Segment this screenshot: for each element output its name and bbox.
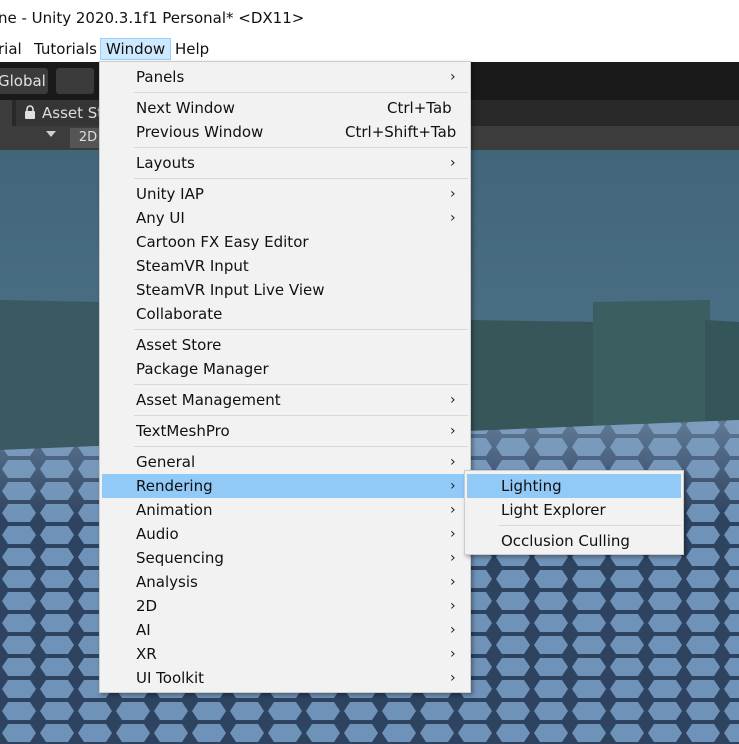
chevron-right-icon: › (450, 526, 456, 542)
menu-item-asset-management[interactable]: Asset Management › (100, 388, 470, 412)
menu-item-label: Any UI (136, 209, 185, 227)
menu-item-label: Asset Store (136, 336, 222, 354)
menu-item-rendering[interactable]: Rendering › (102, 474, 468, 498)
menu-item-any-ui[interactable]: Any UI › (100, 206, 470, 230)
menu-tutorials[interactable]: Tutorials (29, 38, 102, 60)
menu-item-label: SteamVR Input Live View (136, 281, 325, 299)
window-title: ne - Unity 2020.3.1f1 Personal* <DX11> (0, 9, 305, 27)
menu-item-layouts[interactable]: Layouts › (100, 151, 470, 175)
submenu-item-lighting[interactable]: Lighting (467, 474, 681, 498)
global-toggle-button[interactable]: Global (0, 68, 48, 94)
menu-item-label: Lighting (501, 477, 562, 495)
menu-item-label: Cartoon FX Easy Editor (136, 233, 309, 251)
chevron-right-icon: › (450, 478, 456, 494)
menu-item-general[interactable]: General › (100, 450, 470, 474)
menu-bar: rial Tutorials Window Help (0, 36, 739, 62)
menu-item-2d[interactable]: 2D › (100, 594, 470, 618)
chevron-right-icon: › (450, 670, 456, 686)
menu-item-label: Occlusion Culling (501, 532, 630, 550)
chevron-right-icon: › (450, 622, 456, 638)
menu-item-audio[interactable]: Audio › (100, 522, 470, 546)
menu-window[interactable]: Window (100, 38, 172, 60)
menu-item-label: Layouts (136, 154, 195, 172)
menu-item-label: Previous Window (136, 123, 264, 141)
grid-snap-button[interactable] (56, 68, 141, 94)
menu-item-panels[interactable]: Panels › (100, 65, 470, 89)
menu-item-label: Animation (136, 501, 213, 519)
chevron-right-icon: › (450, 502, 456, 518)
chevron-right-icon: › (450, 598, 456, 614)
menu-item-asset-store[interactable]: Asset Store (100, 333, 470, 357)
menu-item-steamvr-input[interactable]: SteamVR Input (100, 254, 470, 278)
global-label: Global (0, 72, 46, 90)
menu-item-label: General (136, 453, 196, 471)
shortcut-label: Ctrl+Tab (387, 99, 452, 117)
menu-item-label: Analysis (136, 573, 198, 591)
chevron-right-icon: › (450, 550, 456, 566)
menu-item-collaborate[interactable]: Collaborate (100, 302, 470, 326)
separator (134, 92, 468, 93)
tab-asset-store-label: Asset St (42, 104, 104, 122)
menu-item-label: XR (136, 645, 157, 663)
triangle-down-icon[interactable] (46, 131, 56, 137)
menu-item-cartoon-fx-easy-editor[interactable]: Cartoon FX Easy Editor (100, 230, 470, 254)
menu-item-next-window[interactable]: Next Window Ctrl+Tab (100, 96, 470, 120)
tab-scene-partial[interactable] (0, 100, 12, 126)
chevron-right-icon: › (450, 186, 456, 202)
menu-item-label: Light Explorer (501, 501, 606, 519)
menu-help[interactable]: Help (170, 38, 214, 60)
menu-item-ai[interactable]: AI › (100, 618, 470, 642)
menu-item-animation[interactable]: Animation › (100, 498, 470, 522)
separator (134, 384, 468, 385)
separator (134, 178, 468, 179)
menu-item-label: Panels (136, 68, 185, 86)
shortcut-label: Ctrl+Shift+Tab (345, 123, 457, 141)
separator (499, 525, 681, 526)
submenu-item-light-explorer[interactable]: Light Explorer (465, 498, 683, 522)
chevron-right-icon: › (450, 392, 456, 408)
menu-item-label: AI (136, 621, 151, 639)
tab-asset-store[interactable]: Asset St (16, 100, 106, 126)
2d-mode-label: 2D (78, 130, 98, 145)
submenu-item-occlusion-culling[interactable]: Occlusion Culling (465, 529, 683, 553)
menu-tutorial-partial[interactable]: rial (0, 38, 27, 60)
menu-item-label: SteamVR Input (136, 257, 249, 275)
chevron-right-icon: › (450, 574, 456, 590)
menu-item-label: Package Manager (136, 360, 269, 378)
menu-item-label: Unity IAP (136, 185, 204, 203)
menu-item-label: UI Toolkit (136, 669, 205, 687)
menu-item-previous-window[interactable]: Previous Window Ctrl+Shift+Tab (100, 120, 470, 144)
menu-item-sequencing[interactable]: Sequencing › (100, 546, 470, 570)
menu-item-label: TextMeshPro (136, 422, 230, 440)
chevron-right-icon: › (450, 210, 456, 226)
chevron-right-icon: › (450, 423, 456, 439)
menu-item-analysis[interactable]: Analysis › (100, 570, 470, 594)
menu-item-label: Collaborate (136, 305, 223, 323)
separator (134, 446, 468, 447)
menu-item-label: 2D (136, 597, 158, 615)
menu-item-label: Rendering (136, 477, 213, 495)
menu-item-label: Sequencing (136, 549, 224, 567)
lock-icon (25, 105, 35, 119)
chevron-right-icon: › (450, 454, 456, 470)
menu-item-label: Audio (136, 525, 179, 543)
menu-item-label: Next Window (136, 99, 235, 117)
menu-item-steamvr-input-live-view[interactable]: SteamVR Input Live View (100, 278, 470, 302)
menu-item-xr[interactable]: XR › (100, 642, 470, 666)
menu-item-ui-toolkit[interactable]: UI Toolkit › (100, 666, 470, 690)
menu-item-label: Asset Management (136, 391, 281, 409)
separator (134, 147, 468, 148)
menu-item-package-manager[interactable]: Package Manager (100, 357, 470, 381)
separator (134, 329, 468, 330)
title-bar: ne - Unity 2020.3.1f1 Personal* <DX11> (0, 0, 739, 36)
window-menu: Panels › Next Window Ctrl+Tab Previous W… (99, 61, 471, 693)
chevron-right-icon: › (450, 646, 456, 662)
menu-item-textmeshpro[interactable]: TextMeshPro › (100, 419, 470, 443)
chevron-right-icon: › (450, 69, 456, 85)
chevron-right-icon: › (450, 155, 456, 171)
menu-item-unity-iap[interactable]: Unity IAP › (100, 182, 470, 206)
separator (134, 415, 468, 416)
rendering-submenu: Lighting Light Explorer Occlusion Cullin… (464, 470, 684, 555)
